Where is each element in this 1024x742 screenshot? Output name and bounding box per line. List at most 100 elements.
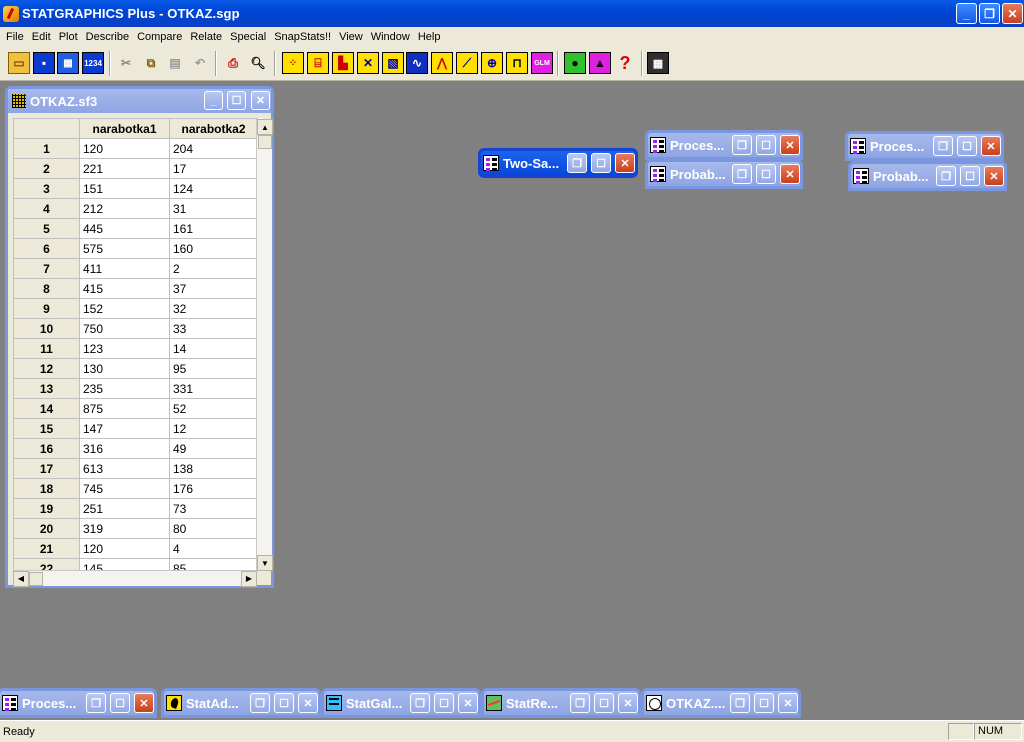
cell-narabotka1[interactable]: 235 [79,378,170,399]
matrix-icon[interactable]: ✕ [357,52,379,74]
restore-icon[interactable]: ❐ [567,153,587,173]
cell-narabotka1[interactable]: 120 [79,538,170,559]
cell-narabotka1[interactable]: 152 [79,298,170,319]
data-window-maximize-button[interactable]: ☐ [227,91,246,110]
table-row[interactable]: 18 745 176 [13,478,258,499]
cell-narabotka2[interactable]: 37 [169,278,258,299]
scatter-icon[interactable]: ⁘ [282,52,304,74]
row-number[interactable]: 8 [13,278,80,299]
maximize-icon[interactable]: ☐ [274,693,294,713]
table-row[interactable]: 5 445 161 [13,218,258,239]
paste-icon[interactable]: ▤ [164,52,186,74]
table-row[interactable]: 4 212 31 [13,198,258,219]
row-number[interactable]: 10 [13,318,80,339]
cell-narabotka2[interactable]: 176 [169,478,258,499]
line-plot-icon[interactable]: ⟋ [456,52,478,74]
vertical-scroll-thumb[interactable] [258,135,272,149]
cell-narabotka2[interactable]: 2 [169,258,258,279]
undo-icon[interactable]: ↶ [189,52,211,74]
restore-icon[interactable]: ❐ [730,693,750,713]
table-row[interactable]: 20 319 80 [13,518,258,539]
glm-icon[interactable]: GLM [531,52,553,74]
distribution-icon[interactable]: ⋀ [431,52,453,74]
table-row[interactable]: 16 316 49 [13,438,258,459]
save-data-icon[interactable]: 1234 [82,52,104,74]
maximize-icon[interactable]: ☐ [756,135,776,155]
close-icon[interactable]: ✕ [618,693,638,713]
cell-narabotka2[interactable]: 49 [169,438,258,459]
close-icon[interactable]: ✕ [458,693,478,713]
multivariate-icon[interactable]: ⊕ [481,52,503,74]
scroll-up-arrow[interactable]: ▲ [257,119,273,135]
calculator-grid-icon[interactable]: ▦ [57,52,79,74]
close-button[interactable]: ✕ [1002,3,1023,24]
row-number[interactable]: 17 [13,458,80,479]
cell-narabotka1[interactable]: 613 [79,458,170,479]
table-row[interactable]: 10 750 33 [13,318,258,339]
cell-narabotka2[interactable]: 14 [169,338,258,359]
row-number[interactable]: 12 [13,358,80,379]
row-number[interactable]: 1 [13,138,80,159]
cell-narabotka2[interactable]: 95 [169,358,258,379]
cell-narabotka2[interactable]: 32 [169,298,258,319]
table-row[interactable]: 14 875 52 [13,398,258,419]
row-number[interactable]: 19 [13,498,80,519]
table-row[interactable]: 21 120 4 [13,538,258,559]
table-row[interactable]: 17 613 138 [13,458,258,479]
cell-narabotka1[interactable]: 123 [79,338,170,359]
maximize-icon[interactable]: ☐ [960,166,980,186]
row-number[interactable]: 13 [13,378,80,399]
row-number[interactable]: 15 [13,418,80,439]
table-row[interactable]: 7 411 2 [13,258,258,279]
cell-narabotka2[interactable]: 17 [169,158,258,179]
row-number[interactable]: 9 [13,298,80,319]
maximize-icon[interactable]: ☐ [957,136,977,156]
cell-narabotka2[interactable]: 4 [169,538,258,559]
cell-narabotka1[interactable]: 251 [79,498,170,519]
close-icon[interactable]: ✕ [780,135,800,155]
restore-icon[interactable]: ❐ [86,693,106,713]
cell-narabotka2[interactable]: 12 [169,418,258,439]
minimized-window-statgallery[interactable]: StatGal... ❐ ☐ ✕ [321,688,481,718]
time-series-icon[interactable]: ∿ [406,52,428,74]
column-header-narabotka1[interactable]: narabotka1 [79,118,170,139]
menu-special[interactable]: Special [226,31,270,43]
scroll-down-arrow[interactable]: ▼ [257,555,273,571]
cell-narabotka1[interactable]: 145 [79,558,170,570]
data-window-close-button[interactable]: ✕ [251,91,270,110]
maximize-icon[interactable]: ☐ [591,153,611,173]
surface-icon[interactable]: ▧ [382,52,404,74]
cell-narabotka1[interactable]: 319 [79,518,170,539]
maximize-icon[interactable]: ☐ [594,693,614,713]
row-number[interactable]: 18 [13,478,80,499]
minimized-window-two-sample[interactable]: Two-Sa... ❐ ☐ ✕ [478,148,638,178]
table-row[interactable]: 11 123 14 [13,338,258,359]
restore-icon[interactable]: ❐ [570,693,590,713]
menu-snapstats[interactable]: SnapStats!! [270,31,335,43]
statwizard-icon[interactable]: ▲ [589,52,611,74]
menu-edit[interactable]: Edit [28,31,55,43]
table-row[interactable]: 19 251 73 [13,498,258,519]
datasheet-grid[interactable]: narabotka1 narabotka2 1 120 204 2 221 17 3 151 1… [13,118,263,570]
menu-window[interactable]: Window [367,31,414,43]
cut-icon[interactable]: ✂ [115,52,137,74]
menu-compare[interactable]: Compare [133,31,186,43]
close-icon[interactable]: ✕ [298,693,318,713]
cell-narabotka1[interactable]: 575 [79,238,170,259]
restore-icon[interactable]: ❐ [732,135,752,155]
table-row[interactable]: 6 575 160 [13,238,258,259]
scroll-right-arrow[interactable]: ▶ [241,570,257,587]
column-header-narabotka2[interactable]: narabotka2 [169,118,258,139]
cell-narabotka2[interactable]: 31 [169,198,258,219]
data-window[interactable]: OTKAZ.sf3 _ ☐ ✕ narabotka1 narabotka2 11… [5,86,274,588]
histogram-icon[interactable]: ▙ [332,52,354,74]
row-number[interactable]: 5 [13,218,80,239]
cell-narabotka1[interactable]: 750 [79,318,170,339]
statadvisor-icon[interactable]: ● [564,52,586,74]
help-icon[interactable]: ? [614,52,636,74]
minimized-window-otkaz[interactable]: OTKAZ.... ❐ ☐ ✕ [641,688,801,718]
minimized-window-statadvisor[interactable]: StatAd... ❐ ☐ ✕ [161,688,321,718]
corner-header[interactable] [13,118,80,139]
table-row[interactable]: 2 221 17 [13,158,258,179]
cell-narabotka1[interactable]: 120 [79,138,170,159]
